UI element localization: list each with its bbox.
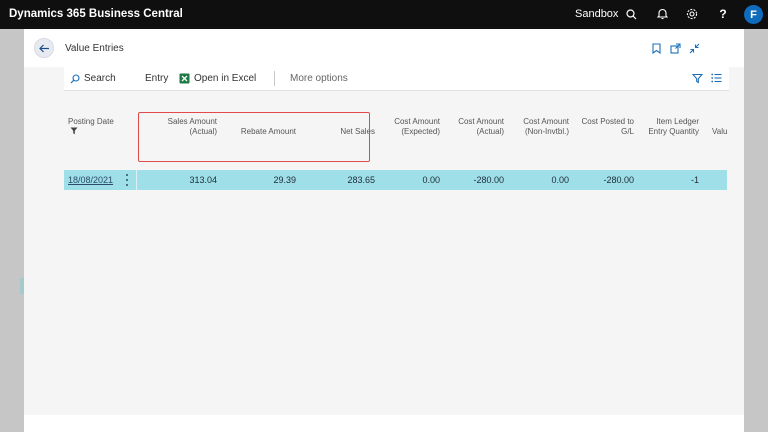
- row-divider: [136, 170, 137, 190]
- highlight-box: [138, 112, 370, 162]
- col-cost-posted-line2: G/L: [621, 127, 634, 136]
- col-cost-expected-line1: Cost Amount: [394, 117, 440, 126]
- col-cost-noninv-line2: (Non-Invtbl.): [524, 127, 569, 136]
- page-title: Value Entries: [65, 43, 124, 54]
- page-panel: Value Entries Search Entry Open in Excel…: [24, 29, 744, 432]
- collapse-icon[interactable]: [688, 42, 700, 54]
- arrow-left-icon: [38, 44, 49, 52]
- search-icon: [70, 73, 80, 83]
- cell-sales-amount: 313.04: [189, 175, 217, 185]
- open-in-excel-action[interactable]: Open in Excel: [179, 73, 256, 84]
- col-cost-posted-line1: Cost Posted to: [581, 117, 634, 126]
- open-new-window-icon[interactable]: [669, 42, 681, 54]
- excel-icon: [179, 73, 190, 84]
- col-item-ledger-line2: Entry Quantity: [648, 127, 699, 136]
- col-posting-date[interactable]: Posting Date: [68, 117, 114, 127]
- gear-icon[interactable]: [684, 6, 700, 22]
- col-cost-posted[interactable]: Cost Posted to G/L: [573, 117, 634, 137]
- bookmark-icon[interactable]: [650, 42, 662, 54]
- table-row[interactable]: 18/08/2021 313.04 29.39 283.65 0.00 -280…: [64, 170, 727, 190]
- back-button[interactable]: [34, 38, 54, 58]
- cell-cost-posted: -280.00: [603, 175, 634, 185]
- more-options-action[interactable]: More options: [290, 73, 348, 84]
- user-avatar[interactable]: F: [744, 5, 763, 24]
- col-cost-noninv-line1: Cost Amount: [523, 117, 569, 126]
- search-action-label: Search: [84, 73, 116, 84]
- column-filter-icon[interactable]: [70, 127, 78, 135]
- top-bar: Dynamics 365 Business Central Sandbox ? …: [0, 0, 768, 29]
- action-bar: Search Entry Open in Excel More options: [64, 67, 729, 91]
- col-value-label: Valu: [712, 127, 728, 136]
- list-view-icon[interactable]: [711, 73, 722, 83]
- entry-action-label: Entry: [145, 73, 169, 84]
- col-item-ledger-line1: Item Ledger: [656, 117, 699, 126]
- cell-item-ledger-qty: -1: [690, 175, 699, 185]
- entry-action[interactable]: Entry: [145, 73, 168, 84]
- col-cost-noninv[interactable]: Cost Amount (Non-Invtbl.): [509, 117, 569, 137]
- col-item-ledger-qty[interactable]: Item Ledger Entry Quantity: [636, 117, 699, 137]
- col-cost-expected[interactable]: Cost Amount (Expected): [380, 117, 440, 137]
- app-title[interactable]: Dynamics 365 Business Central: [9, 8, 183, 20]
- background-right: [744, 29, 768, 432]
- more-options-label: More options: [290, 73, 348, 84]
- col-cost-actual[interactable]: Cost Amount (Actual): [444, 117, 504, 137]
- cell-cost-noninv: 0.00: [551, 175, 569, 185]
- open-in-excel-label: Open in Excel: [194, 73, 257, 84]
- row-actions-icon[interactable]: [123, 173, 131, 187]
- col-posting-date-label: Posting Date: [68, 117, 114, 126]
- search-icon[interactable]: [623, 6, 639, 22]
- cell-cost-expected: 0.00: [422, 175, 440, 185]
- cell-cost-actual: -280.00: [473, 175, 504, 185]
- filter-icon[interactable]: [692, 73, 703, 84]
- page-footer: [24, 415, 744, 432]
- cell-rebate-amount: 29.39: [273, 175, 296, 185]
- col-cost-expected-line2: (Expected): [401, 127, 440, 136]
- environment-name[interactable]: Sandbox: [575, 8, 618, 20]
- page-header: Value Entries: [24, 29, 744, 67]
- cell-posting-date[interactable]: 18/08/2021: [68, 175, 113, 185]
- action-separator: [274, 71, 275, 86]
- search-action[interactable]: Search: [70, 73, 116, 84]
- cell-net-sales: 283.65: [347, 175, 375, 185]
- col-cost-actual-line2: (Actual): [476, 127, 504, 136]
- col-cost-actual-line1: Cost Amount: [458, 117, 504, 126]
- help-icon[interactable]: ?: [715, 6, 731, 22]
- background-left: [0, 29, 24, 432]
- bell-icon[interactable]: [654, 6, 670, 22]
- col-value-truncated[interactable]: Valu: [712, 127, 729, 137]
